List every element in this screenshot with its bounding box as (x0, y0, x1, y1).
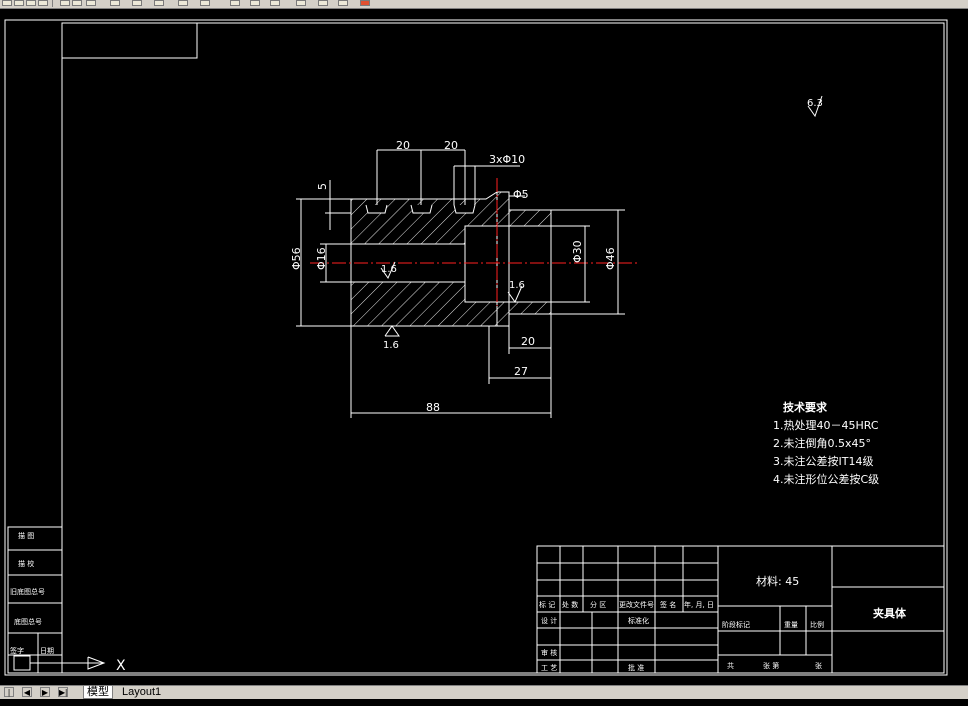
side-row-4: 底图总号 (14, 617, 42, 626)
drawing-svg[interactable]: 20 20 3xΦ10 5 Φ5 Φ56 Φ16 Φ30 Φ46 20 27 8… (0, 9, 968, 685)
roughness-value: 1.6 (383, 340, 399, 351)
ucs-x-label: X (116, 658, 126, 674)
roughness-value: 1.6 (381, 264, 397, 275)
tb-sheet-end: 张 (815, 661, 822, 670)
tool-palette-icon[interactable] (318, 0, 328, 6)
tb-design: 设 计 (541, 616, 557, 625)
zoom-window-icon[interactable] (230, 0, 240, 6)
dim-27: 27 (514, 365, 528, 378)
tb-stage: 阶段标记 (722, 620, 750, 629)
next-tab-button[interactable]: ▶ (40, 687, 50, 697)
tb-header-count: 处 数 (562, 600, 578, 609)
side-row-1: 描 图 (18, 531, 34, 540)
tb-header-mark: 标 记 (539, 600, 555, 609)
tb-weight: 重量 (784, 621, 798, 629)
match-properties-icon[interactable] (110, 0, 120, 6)
tb-sheet: 张 第 (763, 661, 779, 670)
inner-frame (61, 22, 945, 674)
note-2: 2.未注倒角0.5x45° (773, 436, 871, 450)
pan-icon[interactable] (178, 0, 188, 6)
part-section (350, 191, 552, 327)
tb-header-sign: 签 名 (660, 600, 676, 609)
dim-phi5: Φ5 (513, 188, 529, 201)
tb-header-date: 年, 月, 日 (684, 600, 714, 609)
dim-holes: 3xΦ10 (489, 153, 525, 166)
dim-5: 5 (316, 183, 329, 190)
tb-review: 审 核 (541, 648, 557, 657)
prev-tab-button[interactable]: ◀ (22, 687, 32, 697)
dim-phi16: Φ16 (315, 247, 328, 270)
tb-process: 工 艺 (541, 664, 557, 672)
dim-20-bottom: 20 (521, 335, 535, 348)
toolbar-strip (0, 0, 968, 9)
save-icon[interactable] (14, 0, 24, 6)
tb-scale: 比例 (810, 620, 824, 629)
undo-icon[interactable] (132, 0, 142, 6)
drawing-canvas[interactable]: 20 20 3xΦ10 5 Φ5 Φ56 Φ16 Φ30 Φ46 20 27 8… (0, 9, 968, 685)
open-icon[interactable] (2, 0, 12, 6)
last-tab-button[interactable]: ▶| (58, 687, 68, 697)
properties-icon[interactable] (270, 0, 280, 6)
side-row-2: 描 校 (18, 559, 34, 568)
copy-icon[interactable] (72, 0, 82, 6)
roughness-value: 1.6 (509, 280, 525, 291)
tb-approve: 批 准 (628, 663, 644, 672)
outer-frame (4, 19, 948, 676)
dim-phi46: Φ46 (604, 247, 617, 270)
tb-standard: 标准化 (628, 616, 649, 625)
side-row-5: 签字 (10, 646, 24, 655)
zoom-realtime-icon[interactable] (200, 0, 210, 6)
tab-layout1[interactable]: Layout1 (119, 686, 164, 698)
design-center-icon[interactable] (296, 0, 306, 6)
note-4: 4.未注形位公差按C级 (773, 472, 879, 486)
zoom-previous-icon[interactable] (250, 0, 260, 6)
tb-header-zone: 分 区 (590, 600, 606, 609)
side-row-6: 日期 (40, 647, 54, 655)
corner-block (62, 23, 198, 59)
tb-total: 共 (727, 661, 734, 670)
first-tab-button[interactable]: |◀ (4, 687, 14, 706)
part-name: 夹具体 (873, 606, 907, 620)
dim-88: 88 (426, 401, 440, 414)
paste-icon[interactable] (86, 0, 96, 6)
cut-icon[interactable] (60, 0, 70, 6)
dim-phi30: Φ30 (571, 240, 584, 263)
layout-tab-bar: |◀ ◀ ▶ ▶| 模型 Layout1 (0, 685, 968, 706)
toolbar-separator (52, 0, 53, 7)
roughness-symbol (384, 325, 400, 337)
print-icon[interactable] (26, 0, 36, 6)
ucs-icon (13, 655, 106, 671)
tb-header-doc: 更改文件号 (619, 600, 654, 609)
material-label: 材料: 45 (756, 574, 799, 588)
side-row-3: 旧底图总号 (10, 587, 45, 596)
vba-icon[interactable] (360, 0, 370, 6)
dim-20-right: 20 (444, 139, 458, 152)
preview-icon[interactable] (38, 0, 48, 6)
redo-icon[interactable] (154, 0, 164, 6)
dim-phi56: Φ56 (290, 247, 303, 270)
help-icon[interactable] (338, 0, 348, 6)
dim-20-left: 20 (396, 139, 410, 152)
notes-title: 技术要求 (783, 400, 828, 414)
roughness-value: 6.3 (807, 98, 823, 109)
note-1: 1.热处理40－45HRC (773, 419, 879, 432)
tab-model[interactable]: 模型 (83, 686, 113, 699)
note-3: 3.未注公差按IT14级 (773, 454, 873, 468)
